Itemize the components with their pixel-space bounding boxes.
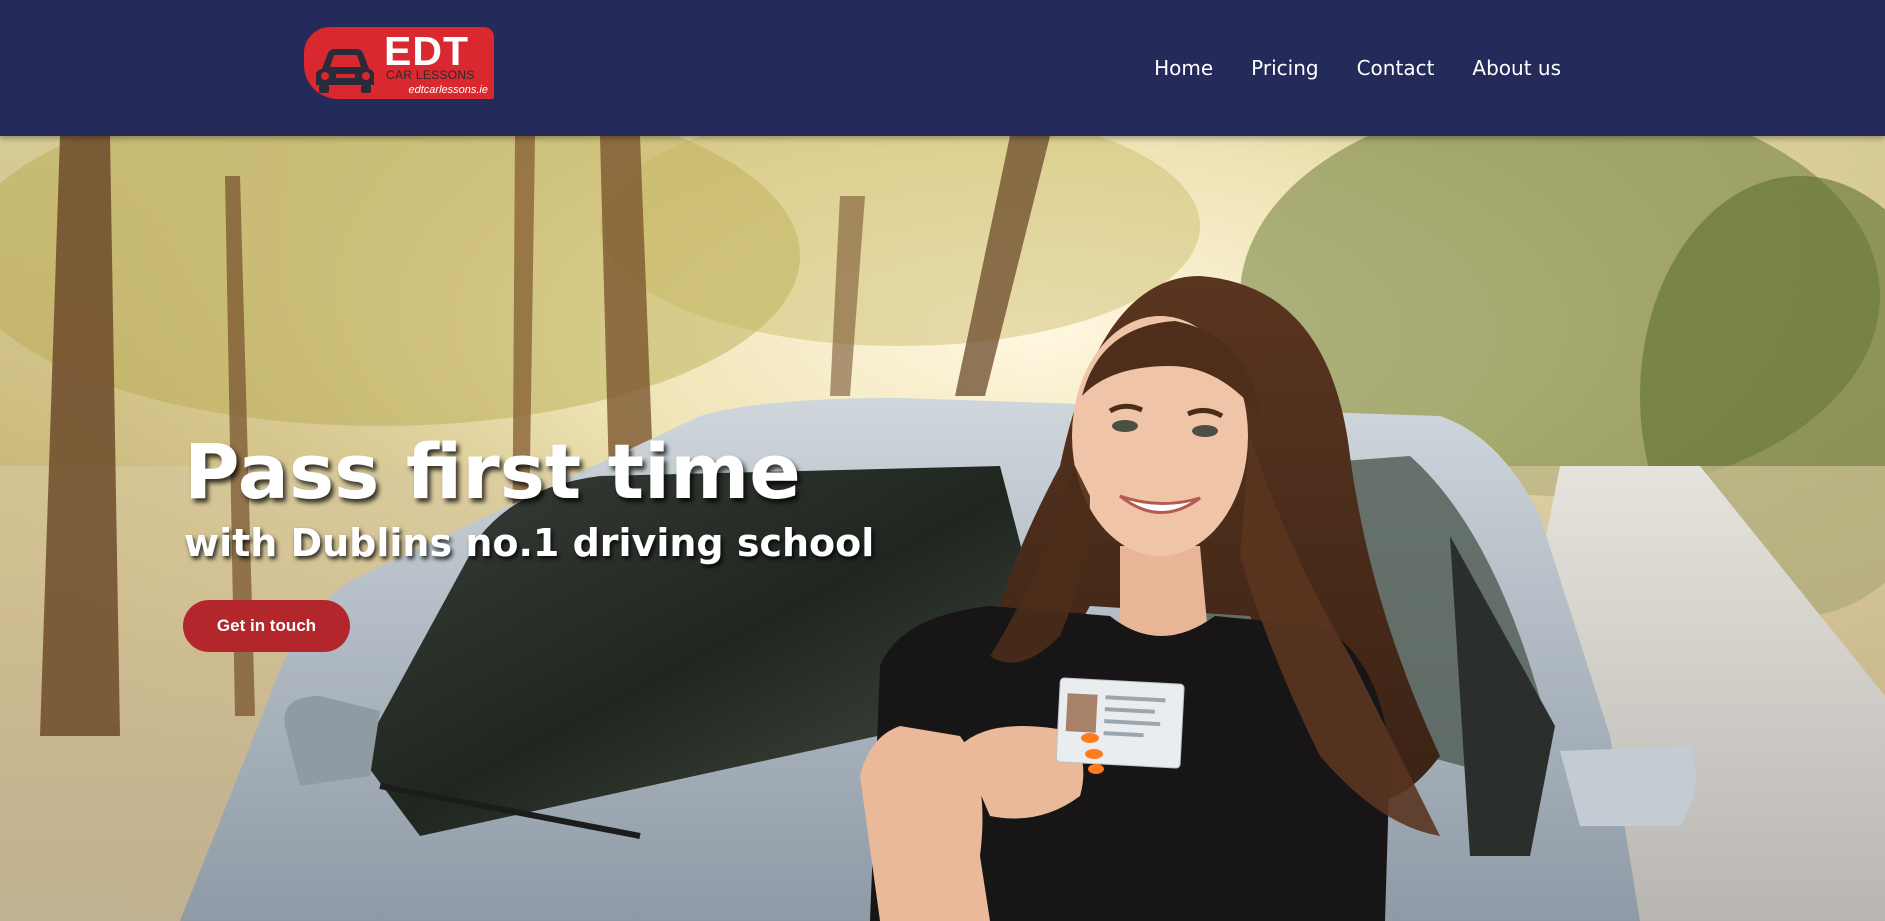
- brand-logo[interactable]: EDT CAR LESSONS edtcarlessons.ie: [304, 27, 494, 99]
- nav-about-link[interactable]: About us: [1472, 54, 1561, 82]
- nav-home-link[interactable]: Home: [1154, 54, 1213, 82]
- site-header: EDT CAR LESSONS edtcarlessons.ie Home Pr…: [0, 0, 1885, 136]
- car-icon: [316, 49, 374, 93]
- hero-title: Pass first time: [184, 427, 801, 516]
- logo-wordmark: EDT: [384, 28, 469, 74]
- nav-pricing-link[interactable]: Pricing: [1251, 54, 1318, 82]
- hero-subtitle: with Dublins no.1 driving school: [184, 521, 875, 565]
- logo-url: edtcarlessons.ie: [408, 84, 489, 96]
- hero-section: Pass first time with Dublins no.1 drivin…: [0, 136, 1885, 921]
- get-in-touch-button[interactable]: Get in touch: [183, 600, 350, 652]
- nav-contact-link[interactable]: Contact: [1357, 54, 1435, 82]
- logo-tagline: CAR LESSONS: [386, 68, 475, 82]
- main-nav: Home Pricing Contact About us: [1116, 54, 1561, 82]
